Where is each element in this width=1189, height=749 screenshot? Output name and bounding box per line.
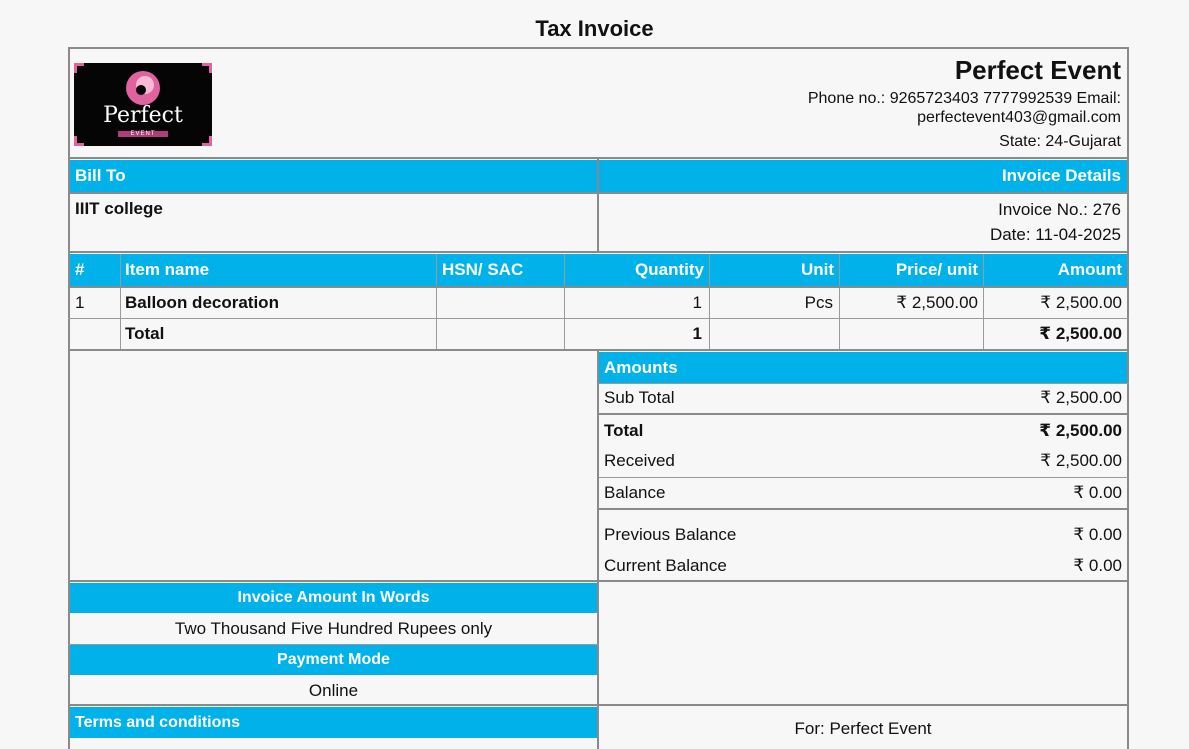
company-name: Perfect Event xyxy=(954,55,1121,85)
company-contact-line1: Phone no.: 9265723403 7777992539 Email: xyxy=(807,90,1121,107)
row-unit: Pcs xyxy=(804,293,833,312)
bill-to-name: IIIT college xyxy=(75,199,163,218)
sub-total-label: Sub Total xyxy=(604,388,675,407)
row-item-name: Balloon decoration xyxy=(125,293,279,312)
sub-total-value: ₹ 2,500.00 xyxy=(1040,388,1122,407)
document-title: Tax Invoice xyxy=(535,16,654,41)
swirl-icon xyxy=(126,71,160,105)
amounts-header: Amounts xyxy=(599,352,1127,383)
row-quantity: 1 xyxy=(692,293,702,312)
row-price: ₹ 2,500.00 xyxy=(896,293,978,312)
signature-for-label: For: Perfect Event xyxy=(794,719,932,738)
balance-label: Balance xyxy=(604,483,666,502)
bill-to-header: Bill To xyxy=(70,160,597,192)
total-label: Total xyxy=(604,421,644,440)
company-state: State: 24-Gujarat xyxy=(999,133,1121,150)
company-logo: Perfect EVENT xyxy=(74,63,212,146)
received-label: Received xyxy=(604,451,675,470)
received-value: ₹ 2,500.00 xyxy=(1040,451,1122,470)
logo-text: Perfect xyxy=(103,103,183,128)
col-header-hsn: HSN/ SAC xyxy=(442,260,524,280)
total-row-quantity: 1 xyxy=(692,324,702,343)
current-balance-value: ₹ 0.00 xyxy=(1073,556,1122,575)
payment-mode-header: Payment Mode xyxy=(70,645,597,675)
invoice-number: Invoice No.: 276 xyxy=(998,200,1121,219)
amount-in-words-value: Two Thousand Five Hundred Rupees only xyxy=(174,619,493,638)
total-value: ₹ 2,500.00 xyxy=(1039,421,1122,440)
amount-in-words-header: Invoice Amount In Words xyxy=(70,583,597,613)
balance-value: ₹ 0.00 xyxy=(1073,483,1122,502)
row-index: 1 xyxy=(75,293,85,312)
col-header-item-name: Item name xyxy=(125,260,210,280)
col-header-amount: Amount xyxy=(985,260,1122,280)
col-header-index: # xyxy=(75,260,85,280)
row-amount: ₹ 2,500.00 xyxy=(1040,293,1122,312)
col-header-unit: Unit xyxy=(710,260,834,280)
col-header-quantity: Quantity xyxy=(566,260,704,280)
col-header-price: Price/ unit xyxy=(841,260,978,280)
payment-mode-value: Online xyxy=(308,681,359,700)
previous-balance-label: Previous Balance xyxy=(604,525,737,544)
logo-subtext: EVENT xyxy=(118,131,168,137)
previous-balance-value: ₹ 0.00 xyxy=(1073,525,1122,544)
invoice-date: Date: 11-04-2025 xyxy=(989,225,1121,244)
total-row-label: Total xyxy=(125,324,165,343)
terms-header: Terms and conditions xyxy=(70,707,597,738)
invoice-details-header: Invoice Details xyxy=(599,160,1127,192)
total-row-amount: ₹ 2,500.00 xyxy=(1039,324,1122,343)
current-balance-label: Current Balance xyxy=(604,556,727,575)
company-email: perfectevent403@gmail.com xyxy=(917,109,1121,126)
